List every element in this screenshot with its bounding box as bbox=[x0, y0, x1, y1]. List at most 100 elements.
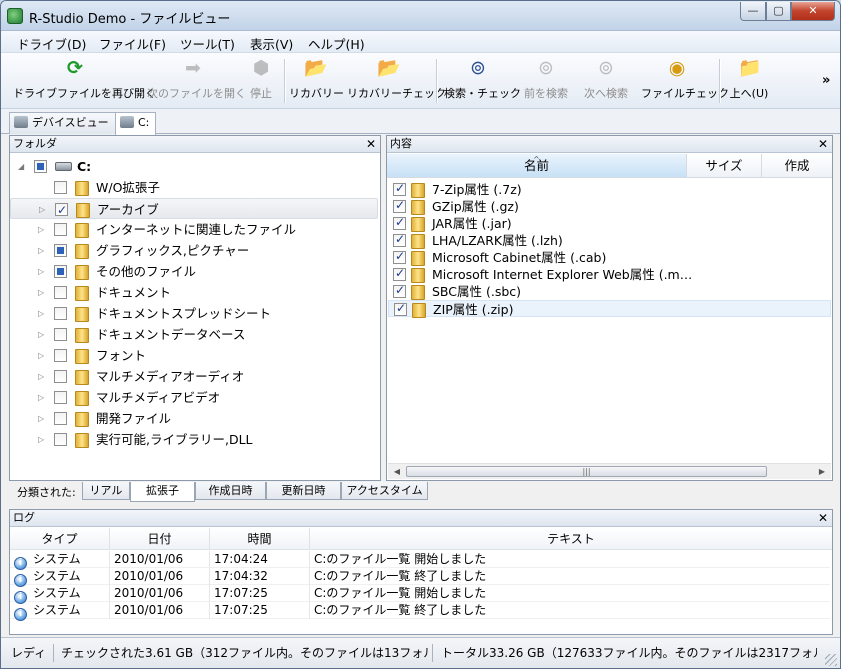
tree-checkbox[interactable] bbox=[54, 349, 67, 362]
item-checkbox[interactable] bbox=[393, 197, 406, 214]
minimize-button[interactable]: — bbox=[740, 2, 766, 21]
expand-icon[interactable]: ▷ bbox=[38, 303, 46, 324]
item-checkbox[interactable] bbox=[393, 214, 406, 231]
tree-item[interactable]: ▷ ドキュメントスプレッドシート bbox=[10, 303, 378, 324]
up-button[interactable]: 📁 上へ(U) bbox=[727, 57, 771, 105]
tab-access-time[interactable]: アクセスタイム bbox=[341, 482, 428, 500]
log-column-text[interactable]: テキスト bbox=[310, 528, 832, 550]
horizontal-scrollbar[interactable]: ◀ ||| ▶ bbox=[388, 463, 831, 479]
tree-item[interactable]: ▷ ドキュメント bbox=[10, 282, 378, 303]
column-header-created[interactable]: 作成 bbox=[762, 154, 832, 178]
expand-icon[interactable]: ▷ bbox=[38, 387, 46, 408]
list-item[interactable]: ZIP属性 (.zip) bbox=[388, 300, 831, 318]
search-check-button[interactable]: ⊚ 検索・チェック bbox=[444, 57, 521, 105]
close-icon[interactable]: ✕ bbox=[366, 136, 376, 152]
file-check-button[interactable]: ◉ ファイルチェック bbox=[641, 57, 729, 105]
menu-help[interactable]: ヘルプ(H) bbox=[308, 34, 365, 53]
tree-checkbox[interactable] bbox=[54, 286, 67, 299]
expand-icon[interactable]: ▷ bbox=[38, 408, 46, 429]
tree-checkbox[interactable] bbox=[54, 412, 67, 425]
tab-modified-time[interactable]: 更新日時 bbox=[266, 482, 341, 500]
log-column-time[interactable]: 時間 bbox=[210, 528, 310, 550]
tree-item[interactable]: W/O拡張子 bbox=[10, 177, 378, 198]
close-icon[interactable]: ✕ bbox=[818, 510, 828, 526]
tree-item[interactable]: ▷ インターネットに関連したファイル bbox=[10, 219, 378, 240]
tree-item[interactable]: ▷ フォント bbox=[10, 345, 378, 366]
tab-drive-c[interactable]: C: bbox=[115, 112, 157, 135]
tree-checkbox[interactable] bbox=[54, 265, 67, 278]
maximize-button[interactable]: ▢ bbox=[766, 2, 791, 21]
menu-file[interactable]: ファイル(F) bbox=[99, 34, 166, 53]
tree-checkbox[interactable] bbox=[54, 307, 67, 320]
tree-item[interactable]: ▷ 実行可能,ライブラリー,DLL bbox=[10, 429, 378, 450]
item-checkbox[interactable] bbox=[393, 282, 406, 299]
list-item[interactable]: GZip属性 (.gz) bbox=[388, 197, 831, 215]
stop-button[interactable]: ⬢ 停止 bbox=[244, 57, 278, 105]
item-checkbox[interactable] bbox=[393, 231, 406, 248]
column-header-name[interactable]: ^ 名前 bbox=[387, 154, 687, 178]
expand-icon[interactable]: ▷ bbox=[38, 324, 46, 345]
tree-item[interactable]: ▷ その他のファイル bbox=[10, 261, 378, 282]
tree-item[interactable]: ▷ マルチメディアビデオ bbox=[10, 387, 378, 408]
tree-checkbox[interactable] bbox=[54, 328, 67, 341]
tree-root[interactable]: ◢ C: bbox=[10, 156, 378, 177]
log-column-type[interactable]: タイプ bbox=[10, 528, 110, 550]
expand-icon[interactable]: ▷ bbox=[38, 240, 46, 261]
tree-checkbox[interactable] bbox=[54, 433, 67, 446]
log-column-date[interactable]: 日付 bbox=[110, 528, 210, 550]
scroll-right-icon[interactable]: ▶ bbox=[815, 464, 829, 480]
reopen-drive-files-button[interactable]: ⟳ ドライブファイルを再び開く bbox=[13, 57, 156, 105]
log-row[interactable]: i システム 2010/01/06 17:07:25 C:のファイル一覧 開始しました bbox=[10, 585, 830, 604]
tree-checkbox[interactable] bbox=[54, 370, 67, 383]
list-item[interactable]: SBC属性 (.sbc) bbox=[388, 282, 831, 300]
list-item[interactable]: Microsoft Internet Explorer Web属性 (.m… bbox=[388, 265, 831, 283]
expand-icon[interactable]: ▷ bbox=[38, 366, 46, 387]
list-item[interactable]: LHA/LZARK属性 (.lzh) bbox=[388, 231, 831, 249]
find-next-button[interactable]: ⊚ 次へ検索 bbox=[580, 57, 632, 105]
find-previous-button[interactable]: ⊚ 前を検索 bbox=[519, 57, 573, 105]
tab-extension[interactable]: 拡張子 bbox=[130, 482, 195, 502]
tab-device-view[interactable]: デバイスビュー bbox=[9, 112, 116, 134]
tree-checkbox[interactable] bbox=[54, 181, 67, 194]
open-next-file-button[interactable]: ➡ 次のファイルを開く bbox=[147, 57, 246, 105]
menu-tools[interactable]: ツール(T) bbox=[180, 34, 235, 53]
expand-icon[interactable]: ▷ bbox=[38, 219, 46, 240]
close-button[interactable]: ✕ bbox=[791, 2, 835, 21]
expand-icon[interactable]: ▷ bbox=[38, 429, 46, 450]
tree-checkbox[interactable] bbox=[34, 160, 47, 173]
expand-icon[interactable]: ▷ bbox=[39, 199, 47, 220]
menu-view[interactable]: 表示(V) bbox=[250, 34, 293, 53]
log-row[interactable]: i システム 2010/01/06 17:04:24 C:のファイル一覧 開始しました bbox=[10, 551, 830, 570]
tree-checkbox[interactable] bbox=[55, 200, 68, 221]
tree-checkbox[interactable] bbox=[54, 223, 67, 236]
tab-real[interactable]: リアル bbox=[82, 482, 130, 500]
tree-checkbox[interactable] bbox=[54, 244, 67, 257]
resize-grip[interactable] bbox=[825, 654, 837, 666]
tree-item[interactable]: ▷ 開発ファイル bbox=[10, 408, 378, 429]
tree-item[interactable]: ▷ マルチメディアオーディオ bbox=[10, 366, 378, 387]
item-checkbox[interactable] bbox=[393, 180, 406, 197]
item-checkbox[interactable] bbox=[394, 300, 407, 317]
item-checkbox[interactable] bbox=[393, 265, 406, 282]
tab-created-time[interactable]: 作成日時 bbox=[195, 482, 266, 500]
log-row[interactable]: i システム 2010/01/06 17:04:32 C:のファイル一覧 終了しました bbox=[10, 568, 830, 587]
list-item[interactable]: Microsoft Cabinet属性 (.cab) bbox=[388, 248, 831, 266]
log-row[interactable]: i システム 2010/01/06 17:07:25 C:のファイル一覧 終了しました bbox=[10, 602, 830, 621]
toolbar-overflow-button[interactable]: » bbox=[822, 73, 830, 88]
close-icon[interactable]: ✕ bbox=[818, 136, 828, 152]
column-header-size[interactable]: サイズ bbox=[687, 154, 762, 178]
expand-icon[interactable]: ▷ bbox=[38, 261, 46, 282]
recover-button[interactable]: 📂 リカバリー bbox=[289, 57, 344, 105]
scrollbar-thumb[interactable]: ||| bbox=[406, 466, 767, 477]
collapse-icon[interactable]: ◢ bbox=[18, 156, 26, 177]
item-checkbox[interactable] bbox=[393, 248, 406, 265]
expand-icon[interactable]: ▷ bbox=[38, 345, 46, 366]
tree-item[interactable]: ▷ ドキュメントデータベース bbox=[10, 324, 378, 345]
list-item[interactable]: 7-Zip属性 (.7z) bbox=[388, 180, 831, 198]
menu-drive[interactable]: ドライブ(D) bbox=[17, 34, 86, 53]
tree-checkbox[interactable] bbox=[54, 391, 67, 404]
expand-icon[interactable]: ▷ bbox=[38, 282, 46, 303]
tree-item[interactable]: ▷ グラフィックス,ピクチャー bbox=[10, 240, 378, 261]
scroll-left-icon[interactable]: ◀ bbox=[390, 464, 404, 480]
recover-check-button[interactable]: 📂 リカバリーチェック bbox=[347, 57, 446, 105]
